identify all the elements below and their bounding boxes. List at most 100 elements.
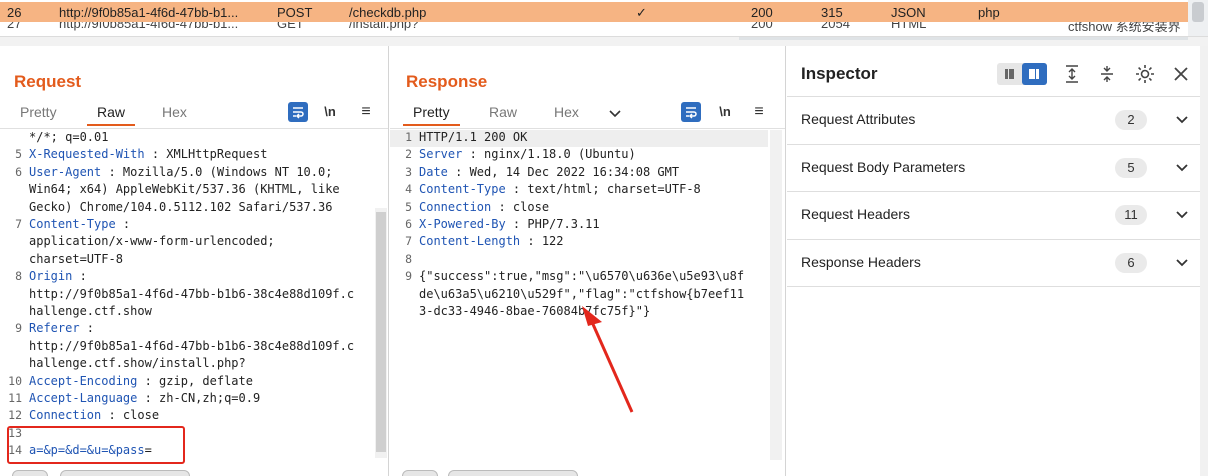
- inspector-layout-active[interactable]: [1022, 63, 1047, 85]
- code-content: Date : Wed, 14 Dec 2022 16:34:08 GMT: [419, 165, 679, 179]
- history-mime: JSON: [891, 5, 926, 20]
- annotation-arrow: [582, 306, 634, 413]
- annotation-box: [7, 426, 185, 464]
- request-panel: Request Pretty Raw Hex \n ≡ */*; q=0.01 5…: [0, 46, 389, 476]
- header-value: :: [79, 321, 95, 336]
- header-value: */*; q=0.01: [29, 130, 109, 144]
- header-value: : text/html; charset=UTF-8: [505, 182, 701, 197]
- history-status: 200: [751, 22, 773, 31]
- header-key: Connection: [29, 408, 102, 423]
- code-content: X-Requested-With : XMLHttpRequest: [29, 147, 267, 161]
- code-content: */*; q=0.01: [29, 130, 108, 144]
- code-content: hallenge.ctf.show/install.php?: [29, 356, 246, 370]
- expand-all-icon[interactable]: [1063, 64, 1081, 84]
- split-divider[interactable]: [0, 36, 1208, 46]
- code-content: http://9f0b85a1-4f6d-47bb-b1b6-38c4e88d1…: [29, 339, 354, 353]
- scroll-thumb[interactable]: [1192, 2, 1204, 22]
- line-number: 6: [15, 164, 22, 179]
- line-number: 9: [405, 269, 412, 284]
- history-ext: php: [978, 5, 1000, 20]
- search-prev-button[interactable]: [402, 470, 438, 476]
- history-method: POST: [277, 5, 313, 20]
- section-label: Response Headers: [801, 254, 921, 270]
- header-value: : XMLHttpRequest: [144, 147, 268, 162]
- request-scrollbar[interactable]: [375, 208, 387, 458]
- response-scrollbar[interactable]: [770, 130, 782, 460]
- inspector-section-request-body-parameters[interactable]: Request Body Parameters 5: [787, 145, 1200, 192]
- tab-pretty[interactable]: Pretty: [20, 104, 57, 120]
- history-length: 315: [821, 5, 843, 20]
- collapse-all-icon[interactable]: [1098, 64, 1116, 84]
- header-value: : close: [491, 199, 550, 214]
- history-num: 26: [7, 5, 22, 20]
- tabs-divider: [0, 128, 388, 129]
- history-scrollbar[interactable]: [1188, 0, 1208, 40]
- line-number: 3: [405, 164, 412, 179]
- inspector-section-request-headers[interactable]: Request Headers 11: [787, 192, 1200, 239]
- header-key: Connection: [419, 199, 492, 214]
- history-row[interactable]: 27 http://9f0b85a1-4f6d-47bb-b1... GET /…: [0, 22, 1208, 36]
- gear-icon[interactable]: [1134, 63, 1156, 85]
- newline-icon[interactable]: \n: [320, 102, 340, 122]
- text-wrap-icon[interactable]: [288, 102, 308, 122]
- header-key: X-Powered-By: [419, 217, 506, 231]
- line-number: 1: [405, 130, 412, 144]
- history-row-selected[interactable]: 26 http://9f0b85a1-4f6d-47bb-b1... POST …: [0, 2, 1208, 22]
- chevron-down-icon[interactable]: [1175, 113, 1189, 127]
- inspector-scrollbar[interactable]: [1200, 46, 1208, 476]
- line-number: 9: [15, 321, 22, 336]
- newline-icon[interactable]: \n: [715, 102, 735, 122]
- code-content: {"success":true,"msg":"\u6570\u636e\u5e9…: [419, 269, 744, 283]
- history-status: 200: [751, 5, 773, 20]
- header-value: hallenge.ctf.show/install.php?: [29, 356, 246, 371]
- header-key: Date: [419, 164, 448, 179]
- inspector-layout-toggle[interactable]: [997, 63, 1047, 85]
- header-value: {"success":true,"msg":"\u6570\u636e\u5e9…: [419, 269, 745, 284]
- header-value: : Wed, 14 Dec 2022 16:34:08 GMT: [447, 164, 680, 179]
- inspector-divider: [787, 286, 1200, 287]
- header-key: Accept-Encoding: [29, 373, 138, 388]
- search-input[interactable]: [60, 470, 190, 476]
- menu-icon[interactable]: ≡: [749, 102, 769, 122]
- section-label: Request Attributes: [801, 111, 916, 127]
- tab-raw[interactable]: Raw: [86, 104, 136, 126]
- header-value: http://9f0b85a1-4f6d-47bb-b1b6-38c4e88d1…: [29, 338, 355, 353]
- header-value: : 122: [520, 234, 564, 249]
- history-url: http://9f0b85a1-4f6d-47bb-b1...: [59, 5, 239, 20]
- header-value: : gzip, deflate: [137, 373, 253, 388]
- text-wrap-icon[interactable]: [681, 102, 701, 122]
- tabs-divider: [390, 128, 785, 129]
- history-check-icon: ✓: [636, 5, 647, 20]
- section-count: 6: [1115, 253, 1147, 273]
- search-input[interactable]: [448, 470, 578, 476]
- close-icon[interactable]: [1172, 65, 1190, 83]
- menu-icon[interactable]: ≡: [356, 102, 376, 122]
- inspector-section-response-headers[interactable]: Response Headers 6: [787, 240, 1200, 287]
- history-title: ctfshow 系统安装界: [1068, 22, 1181, 34]
- header-key: Content-Type: [419, 182, 506, 197]
- code-content: Accept-Language : zh-CN,zh;q=0.9: [29, 391, 260, 405]
- tab-hex[interactable]: Hex: [162, 104, 187, 120]
- chevron-down-icon[interactable]: [1175, 161, 1189, 175]
- tab-hex[interactable]: Hex: [554, 104, 579, 120]
- line-number: 7: [405, 234, 412, 249]
- history-num: 27: [7, 22, 22, 31]
- chevron-down-icon[interactable]: [608, 106, 622, 122]
- line-number: 5: [15, 147, 22, 162]
- history-length: 2054: [821, 22, 850, 31]
- header-key: Origin: [29, 269, 73, 284]
- inspector-section-request-attributes[interactable]: Request Attributes 2: [787, 97, 1200, 144]
- header-value: hallenge.ctf.show: [29, 304, 152, 318]
- scroll-thumb[interactable]: [376, 212, 386, 452]
- header-key: Server: [419, 147, 463, 162]
- header-key: X-Requested-With: [29, 147, 145, 162]
- line-number: 11: [8, 391, 22, 405]
- tab-raw[interactable]: Raw: [489, 104, 517, 120]
- code-content: User-Agent : Mozilla/5.0 (Windows NT 10.…: [29, 165, 332, 179]
- search-prev-button[interactable]: [12, 470, 48, 476]
- header-value: Win64; x64) AppleWebKit/537.36 (KHTML, l…: [29, 182, 340, 197]
- chevron-down-icon[interactable]: [1175, 256, 1189, 270]
- chevron-down-icon[interactable]: [1175, 208, 1189, 222]
- tab-pretty[interactable]: Pretty: [403, 104, 460, 126]
- header-key: Referer: [29, 321, 80, 336]
